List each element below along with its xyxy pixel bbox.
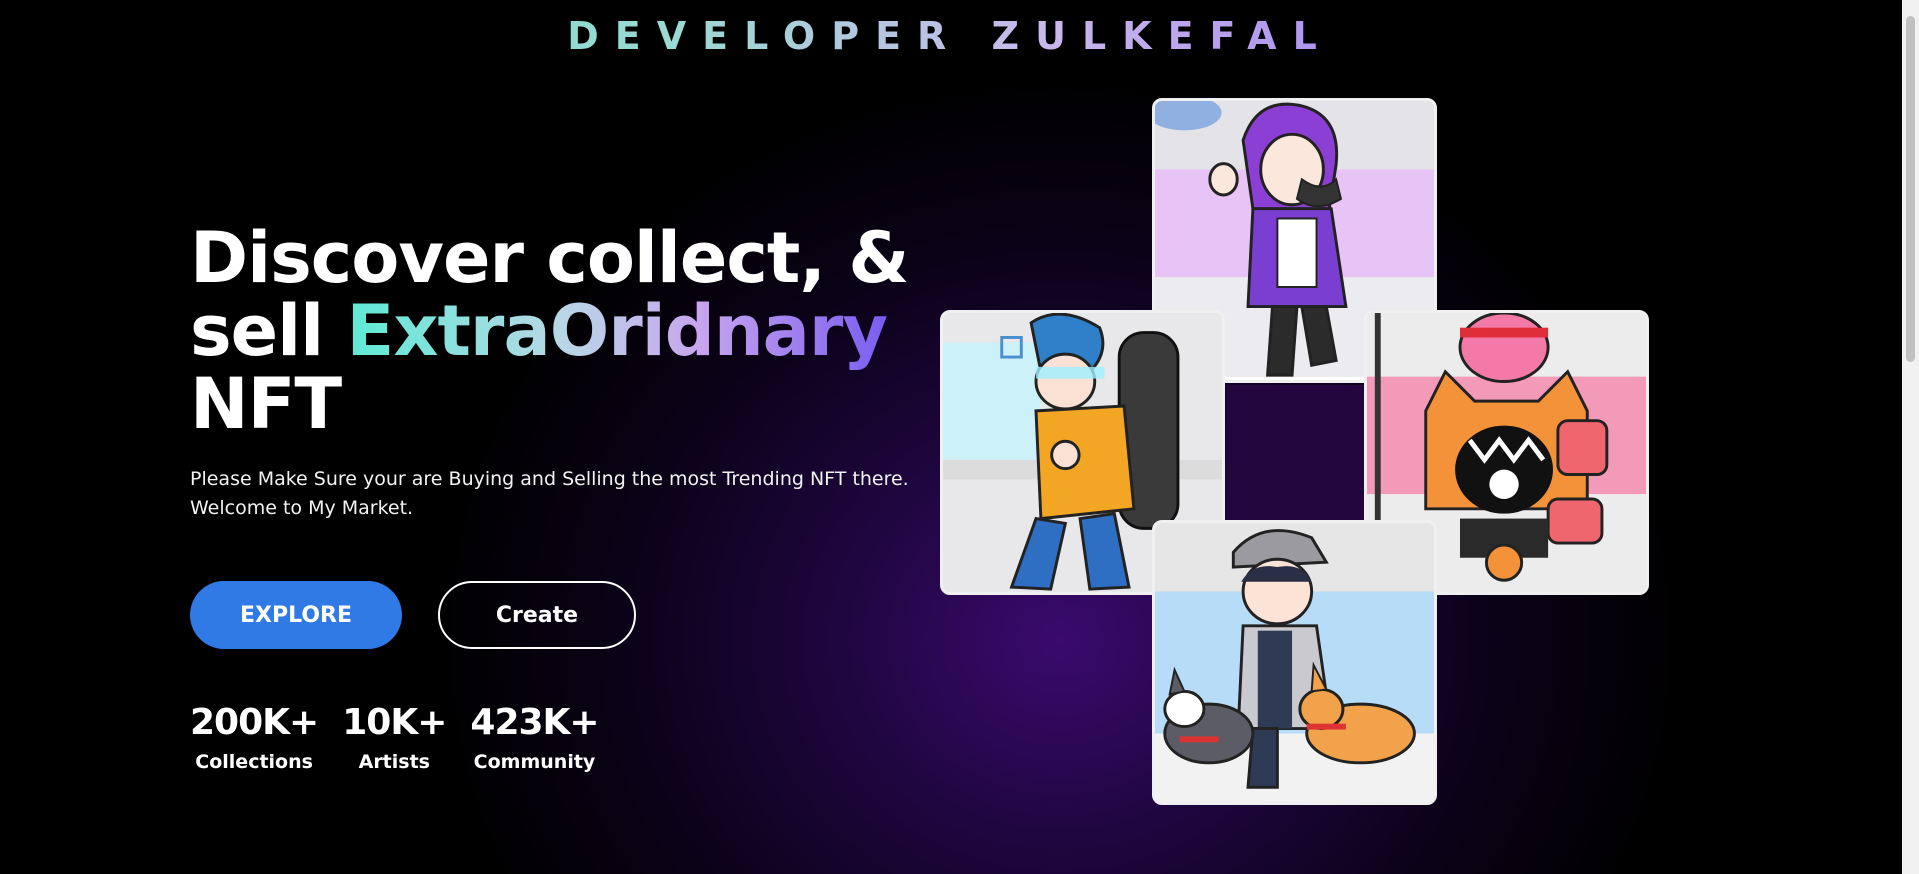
headline-line-3: NFT xyxy=(190,363,342,445)
nft-card-boy-walking-dogs[interactable] xyxy=(1152,520,1437,805)
stat-label: Collections xyxy=(195,751,313,773)
stat-collections: 200K+ Collections xyxy=(190,702,319,773)
headline-line-2-plain: sell xyxy=(190,290,347,372)
stat-community: 423K+ Community xyxy=(470,702,599,773)
headline-line-1: Discover collect, & xyxy=(190,217,909,299)
stat-artists: 10K+ Artists xyxy=(342,702,447,773)
stat-label: Community xyxy=(473,751,596,773)
hero-headline: Discover collect, & sell ExtraOridnary N… xyxy=(190,222,950,441)
page-scrollbar[interactable] xyxy=(1902,0,1919,874)
brand-title: DEVELOPER ZULKEFAL xyxy=(0,14,1900,58)
stat-label: Artists xyxy=(358,751,430,773)
hero-description: Please Make Sure your are Buying and Sel… xyxy=(190,468,909,519)
gallery-center-gap xyxy=(1226,385,1364,520)
scrollbar-thumb[interactable] xyxy=(1906,16,1915,362)
create-button[interactable]: Create xyxy=(438,581,636,649)
stat-value: 200K+ xyxy=(190,702,319,743)
stat-value: 10K+ xyxy=(342,702,447,743)
hero-buttons: EXPLORE Create xyxy=(190,581,636,649)
explore-button[interactable]: EXPLORE xyxy=(190,581,402,649)
character-illustration-icon xyxy=(1155,523,1434,802)
hero-section: Discover collect, & sell ExtraOridnary N… xyxy=(190,222,950,523)
headline-gradient-word: ExtraOridnary xyxy=(346,290,889,372)
stats-row: 200K+ Collections 10K+ Artists 423K+ Com… xyxy=(190,702,623,773)
stat-value: 423K+ xyxy=(470,702,599,743)
